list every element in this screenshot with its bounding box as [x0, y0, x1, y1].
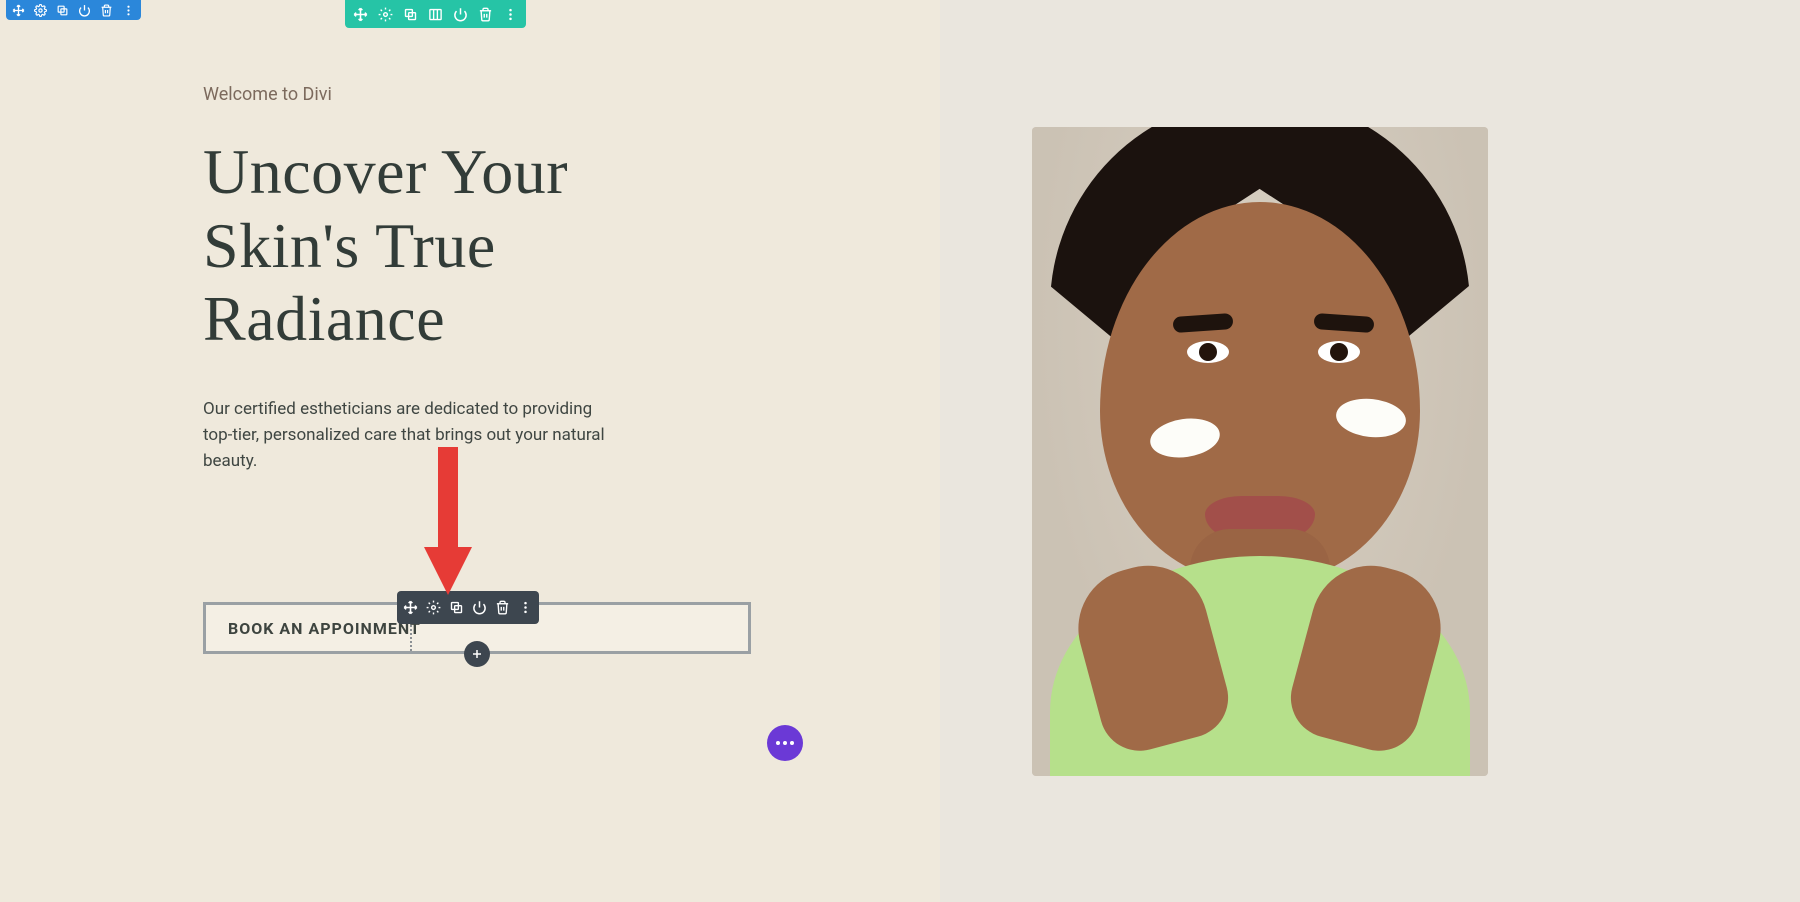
power-icon[interactable] [78, 4, 91, 17]
more-icon[interactable] [122, 4, 135, 17]
power-icon[interactable] [453, 7, 468, 22]
right-column [940, 0, 1800, 902]
dot-icon [790, 741, 794, 745]
module-toolbar [397, 591, 539, 624]
trash-icon[interactable] [100, 4, 113, 17]
dot-icon [776, 741, 780, 745]
more-icon[interactable] [518, 600, 533, 615]
duplicate-icon[interactable] [56, 4, 69, 17]
power-icon[interactable] [472, 600, 487, 615]
trash-icon[interactable] [495, 600, 510, 615]
gear-icon[interactable] [426, 600, 441, 615]
hero-image[interactable] [1032, 127, 1488, 776]
page-canvas: Welcome to Divi Uncover Your Skin's True… [0, 0, 1800, 902]
cta-button-label: BOOK AN APPOINMENT [206, 619, 421, 638]
columns-icon[interactable] [428, 7, 443, 22]
left-column: Welcome to Divi Uncover Your Skin's True… [0, 0, 940, 902]
more-icon[interactable] [503, 7, 518, 22]
button-module: BOOK AN APPOINMENT [203, 602, 751, 654]
hero-content: Welcome to Divi Uncover Your Skin's True… [203, 84, 623, 475]
row-toolbar [345, 0, 526, 28]
add-module-button[interactable] [464, 641, 490, 667]
trash-icon[interactable] [478, 7, 493, 22]
gear-icon[interactable] [378, 7, 393, 22]
floating-action-button[interactable] [767, 725, 803, 761]
move-icon[interactable] [12, 4, 25, 17]
move-icon[interactable] [353, 7, 368, 22]
dot-icon [783, 741, 787, 745]
move-icon[interactable] [403, 600, 418, 615]
hero-body[interactable]: Our certified estheticians are dedicated… [203, 396, 623, 475]
section-toolbar [6, 0, 141, 20]
hero-subtitle[interactable]: Welcome to Divi [203, 84, 623, 105]
duplicate-icon[interactable] [403, 7, 418, 22]
gear-icon[interactable] [34, 4, 47, 17]
hero-title[interactable]: Uncover Your Skin's True Radiance [203, 135, 623, 356]
duplicate-icon[interactable] [449, 600, 464, 615]
